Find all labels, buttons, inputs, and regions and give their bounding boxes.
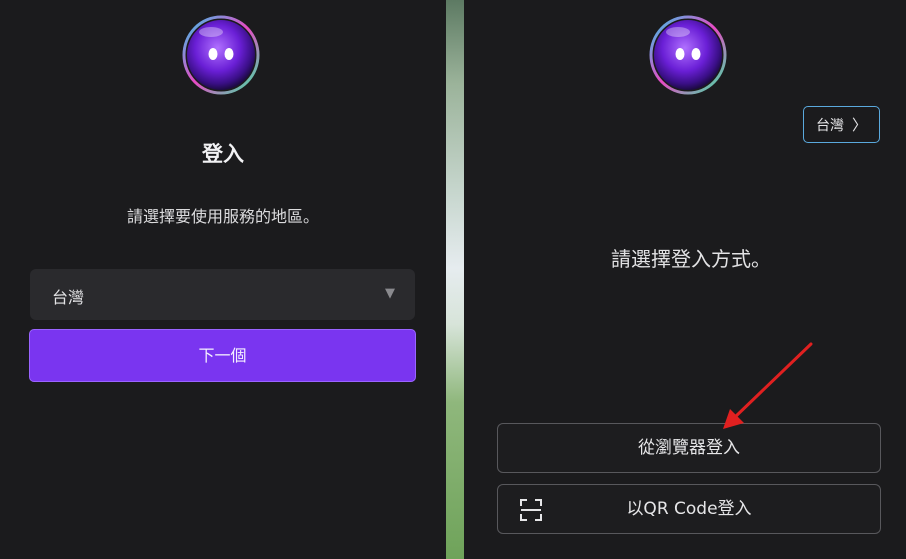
region-select[interactable]: 台灣 ▼ [30, 269, 415, 320]
region-prompt-text: 請選擇要使用服務的地區。 [126, 207, 319, 226]
browser-login-button[interactable]: 從瀏覽器登入 [497, 423, 881, 473]
next-button[interactable]: 下一個 [29, 329, 416, 382]
login-method-prompt: 請選擇登入方式。 [611, 247, 771, 271]
region-select-value: 台灣 [52, 288, 85, 307]
chevron-right-icon: 〉 [851, 116, 867, 134]
login-title: 登入 [202, 142, 244, 166]
mascot-icon [649, 15, 727, 95]
caret-down-icon: ▼ [385, 286, 395, 301]
qr-login-button[interactable]: 以QR Code登入 [497, 484, 881, 534]
region-chip-button[interactable]: 台灣 〉 [803, 106, 880, 143]
region-chip-label: 台灣 [815, 117, 844, 134]
background-strip [446, 0, 464, 559]
browser-login-label: 從瀏覽器登入 [638, 438, 740, 458]
qr-login-label: 以QR Code登入 [626, 499, 752, 519]
mascot-icon [182, 15, 260, 95]
qr-scan-icon [520, 499, 542, 521]
